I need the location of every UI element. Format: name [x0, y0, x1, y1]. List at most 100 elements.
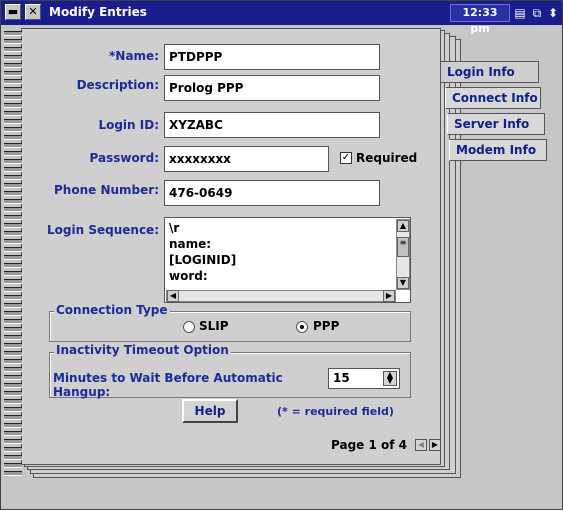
spiral-ring — [4, 215, 22, 222]
spiral-ring — [4, 223, 22, 230]
phone-number-field[interactable]: 476-0649 — [164, 180, 380, 206]
tab-server-info[interactable]: Server Info — [447, 113, 545, 135]
description-field[interactable]: Prolog PPP — [164, 75, 380, 101]
required-field-note: (* = required field) — [277, 405, 394, 418]
name-field[interactable]: PTDPPP — [164, 44, 380, 70]
spiral-ring — [4, 367, 22, 374]
scroll-up-icon[interactable]: ▲ — [397, 220, 409, 232]
spiral-ring — [4, 135, 22, 142]
spiral-ring — [4, 167, 22, 174]
tab-modem-info[interactable]: Modem Info — [449, 139, 547, 161]
scroll-left-icon[interactable]: ◀ — [167, 290, 179, 302]
spiral-ring — [4, 191, 22, 198]
spiral-ring — [4, 31, 22, 38]
spiral-ring — [4, 327, 22, 334]
connection-type-title: Connection Type — [54, 303, 170, 317]
minutes-spinbox[interactable]: 15 ▲ ▼ — [328, 368, 400, 389]
spiral-ring — [4, 303, 22, 310]
keyboard-icon[interactable]: ▤ — [512, 5, 528, 21]
spiral-ring — [4, 271, 22, 278]
spiral-ring — [4, 87, 22, 94]
login-sequence-line: \r — [169, 221, 180, 235]
spiral-ring — [4, 439, 22, 446]
spiral-ring — [4, 111, 22, 118]
spiral-ring — [4, 47, 22, 54]
spiral-ring — [4, 263, 22, 270]
spiral-ring — [4, 255, 22, 262]
login-sequence-line: word: — [169, 269, 208, 283]
spiral-ring — [4, 351, 22, 358]
scroll-right-icon[interactable]: ▶ — [383, 290, 395, 302]
password-field[interactable]: xxxxxxxx — [164, 146, 329, 172]
login-sequence-textarea[interactable]: \r name: [LOGINID] word: ▲ ≡ ▼ ◀ ▶ — [164, 217, 411, 303]
ppp-radio[interactable] — [296, 321, 308, 333]
phone-number-label: Phone Number: — [54, 183, 159, 197]
tab-connect-info[interactable]: Connect Info — [445, 87, 541, 109]
spiral-ring — [4, 143, 22, 150]
spiral-ring — [4, 423, 22, 430]
spiral-ring — [4, 199, 22, 206]
spiral-ring — [4, 287, 22, 294]
spiral-ring — [4, 359, 22, 366]
scroll-arrows-icon[interactable]: ⬍ — [545, 5, 561, 21]
spiral-ring — [4, 119, 22, 126]
spiral-ring — [4, 55, 22, 62]
spiral-ring — [4, 335, 22, 342]
slip-radio[interactable] — [183, 321, 195, 333]
tab-login-info[interactable]: Login Info — [441, 61, 539, 83]
close-button[interactable]: ✕ — [25, 4, 41, 20]
clock: 12:33 pm — [450, 4, 510, 35]
spiral-ring — [4, 455, 22, 462]
inactivity-title: Inactivity Timeout Option — [54, 343, 231, 357]
spiral-ring — [4, 447, 22, 454]
spiral-ring — [4, 391, 22, 398]
spiral-ring — [4, 343, 22, 350]
spiral-ring — [4, 207, 22, 214]
horizontal-scrollbar[interactable]: ◀ ▶ — [166, 290, 396, 302]
required-checkbox[interactable]: ✓ — [340, 152, 352, 164]
required-label: Required — [356, 151, 418, 165]
spiral-ring — [4, 159, 22, 166]
spiral-ring — [4, 175, 22, 182]
spiral-ring — [4, 463, 22, 470]
window-menu-button[interactable]: ▬ — [5, 4, 21, 20]
spiral-ring — [4, 63, 22, 70]
spiral-ring — [4, 247, 22, 254]
login-sequence-line: [LOGINID] — [169, 253, 237, 267]
page-indicator: Page 1 of 4 — [331, 438, 407, 452]
spinner-arrows-icon[interactable]: ▲ ▼ — [383, 371, 397, 386]
description-label: Description: — [76, 78, 159, 92]
spiral-ring — [4, 295, 22, 302]
login-sequence-line: name: — [169, 237, 212, 251]
name-label: *Name: — [109, 49, 159, 63]
scroll-thumb[interactable]: ≡ — [397, 237, 409, 257]
title-bar: ▬ ✕ Modify Entries 12:33 pm ▤ ⧉ ⬍ — [1, 1, 562, 35]
login-id-field[interactable]: XYZABC — [164, 112, 380, 138]
spiral-ring — [4, 383, 22, 390]
slip-label: SLIP — [199, 319, 229, 333]
modify-entries-window: ▬ ✕ Modify Entries 12:33 pm ▤ ⧉ ⬍ Login … — [0, 0, 563, 510]
spiral-ring — [4, 239, 22, 246]
spiral-ring — [4, 407, 22, 414]
vertical-scrollbar[interactable]: ▲ ≡ ▼ — [396, 219, 410, 290]
scroll-down-icon[interactable]: ▼ — [397, 277, 409, 289]
spiral-ring — [4, 399, 22, 406]
help-button[interactable]: Help — [182, 399, 238, 423]
spiral-ring — [4, 431, 22, 438]
spiral-ring — [4, 151, 22, 158]
spiral-ring — [4, 183, 22, 190]
password-label: Password: — [89, 151, 160, 165]
spiral-ring — [4, 279, 22, 286]
spiral-ring — [4, 39, 22, 46]
login-id-label: Login ID: — [98, 118, 159, 132]
login-sequence-label: Login Sequence: — [47, 223, 159, 237]
spiral-ring — [4, 71, 22, 78]
prev-page-icon[interactable]: ◀ — [415, 439, 427, 451]
spiral-ring — [4, 375, 22, 382]
minutes-value: 15 — [333, 371, 350, 385]
windows-icon[interactable]: ⧉ — [529, 5, 545, 21]
spiral-ring — [4, 415, 22, 422]
minutes-label: Minutes to Wait Before Automatic Hangup: — [53, 371, 283, 399]
next-page-icon[interactable]: ▶ — [429, 439, 441, 451]
spiral-ring — [4, 319, 22, 326]
